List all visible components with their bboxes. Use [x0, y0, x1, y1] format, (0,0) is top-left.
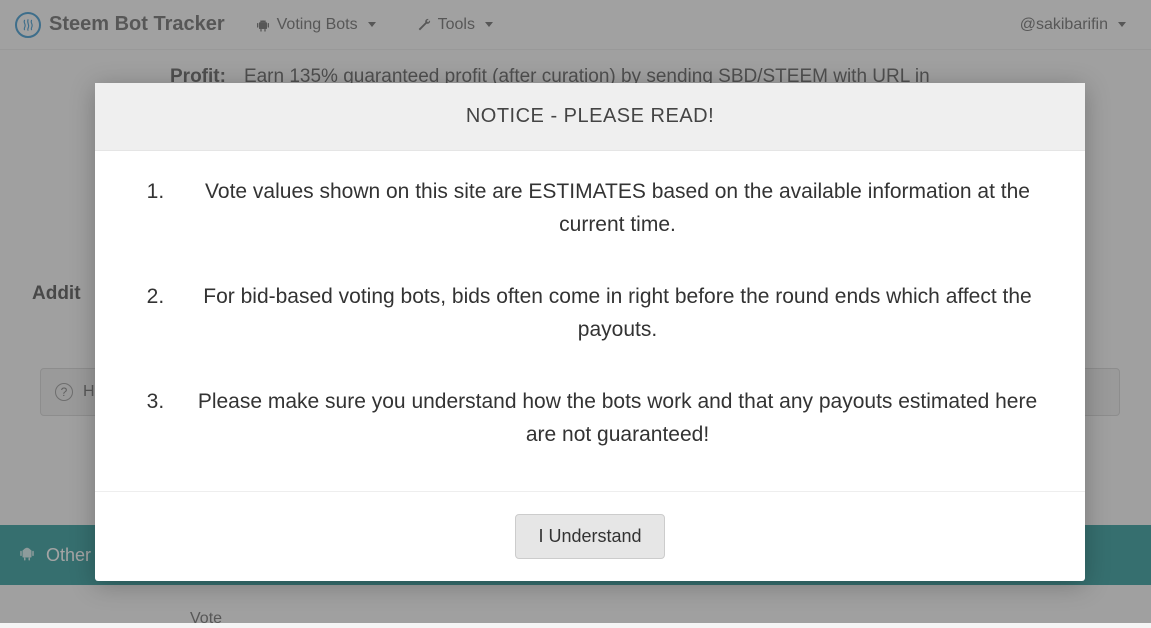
- notice-modal: NOTICE - PLEASE READ! Vote values shown …: [95, 83, 1085, 581]
- modal-footer: I Understand: [95, 491, 1085, 581]
- modal-item: Please make sure you understand how the …: [170, 386, 1065, 451]
- understand-button[interactable]: I Understand: [515, 514, 664, 559]
- modal-body: Vote values shown on this site are ESTIM…: [95, 151, 1085, 491]
- modal-item: Vote values shown on this site are ESTIM…: [170, 176, 1065, 241]
- modal-item: For bid-based voting bots, bids often co…: [170, 281, 1065, 346]
- modal-title: NOTICE - PLEASE READ!: [95, 83, 1085, 151]
